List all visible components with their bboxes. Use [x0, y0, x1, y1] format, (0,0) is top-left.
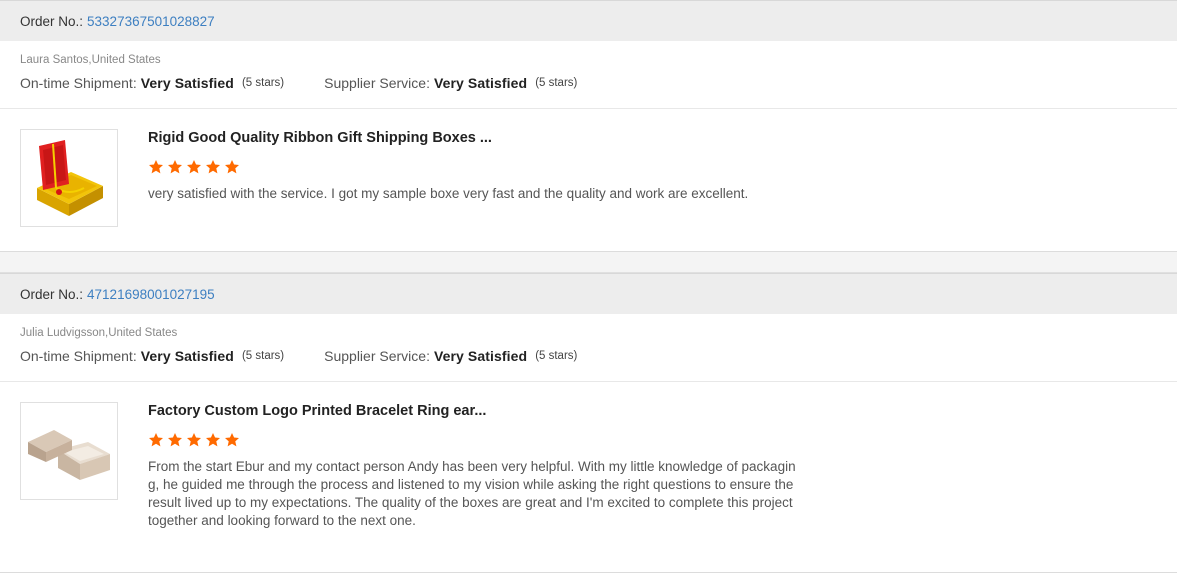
supplier-stars: (5 stars)	[535, 350, 578, 362]
review-card: Order No.: 47121698001027195 Julia Ludvi…	[0, 273, 1177, 573]
supplier-stars: (5 stars)	[535, 77, 578, 89]
review-text: very satisfied with the service. I got m…	[148, 186, 749, 201]
star-icon	[168, 433, 182, 447]
order-number-link[interactable]: 53327367501028827	[87, 14, 215, 29]
product-rating-stars	[148, 159, 798, 177]
buyer-section: Laura Santos,United States On-time Shipm…	[0, 41, 1177, 109]
supplier-value: Very Satisfied	[433, 348, 528, 364]
review-text: From the start Ebur and my contact perso…	[148, 459, 796, 528]
shipment-value: Very Satisfied	[140, 348, 234, 364]
product-info: Rigid Good Quality Ribbon Gift Shipping …	[148, 129, 798, 203]
shipment-label: On-time Shipment:	[20, 348, 137, 364]
kraft-box-image	[28, 430, 110, 480]
shipment-value: Very Satisfied	[140, 75, 234, 91]
star-icon	[149, 160, 163, 174]
review-card: Order No.: 53327367501028827 Laura Santo…	[0, 0, 1177, 252]
star-icon	[187, 160, 201, 174]
star-icon	[187, 433, 201, 447]
product-title-link[interactable]: Rigid Good Quality Ribbon Gift Shipping …	[148, 129, 798, 147]
red-gift-box-image	[37, 140, 103, 216]
order-header: Order No.: 53327367501028827	[0, 0, 1177, 41]
product-thumbnail[interactable]	[20, 402, 118, 500]
buyer-name: Julia Ludvigsson,United States	[20, 327, 178, 339]
star-icon	[206, 160, 220, 174]
order-header: Order No.: 47121698001027195	[0, 273, 1177, 314]
order-no-label: Order No.:	[20, 286, 84, 302]
ratings-row: On-time Shipment: Very Satisfied (5 star…	[20, 75, 1157, 91]
product-rating-stars	[148, 432, 798, 450]
supplier-label: Supplier Service:	[324, 348, 430, 364]
order-no-label: Order No.:	[20, 13, 84, 29]
ratings-row: On-time Shipment: Very Satisfied (5 star…	[20, 348, 1157, 364]
product-section: Rigid Good Quality Ribbon Gift Shipping …	[0, 109, 1177, 227]
review-divider	[0, 252, 1177, 273]
shipment-stars: (5 stars)	[241, 77, 285, 89]
product-thumbnail[interactable]	[20, 129, 118, 227]
star-icon	[168, 160, 182, 174]
shipment-label: On-time Shipment:	[20, 75, 137, 91]
star-icon	[149, 433, 163, 447]
product-info: Factory Custom Logo Printed Bracelet Rin…	[148, 402, 798, 530]
supplier-value: Very Satisfied	[433, 75, 528, 91]
product-section: Factory Custom Logo Printed Bracelet Rin…	[0, 382, 1177, 528]
buyer-section: Julia Ludvigsson,United States On-time S…	[0, 314, 1177, 382]
star-icon	[206, 433, 220, 447]
buyer-name: Laura Santos,United States	[20, 54, 161, 66]
star-icon	[225, 160, 239, 174]
product-title-link[interactable]: Factory Custom Logo Printed Bracelet Rin…	[148, 402, 798, 420]
order-number-link[interactable]: 47121698001027195	[87, 287, 215, 302]
shipment-stars: (5 stars)	[241, 350, 285, 362]
star-icon	[225, 433, 239, 447]
supplier-label: Supplier Service:	[324, 75, 430, 91]
